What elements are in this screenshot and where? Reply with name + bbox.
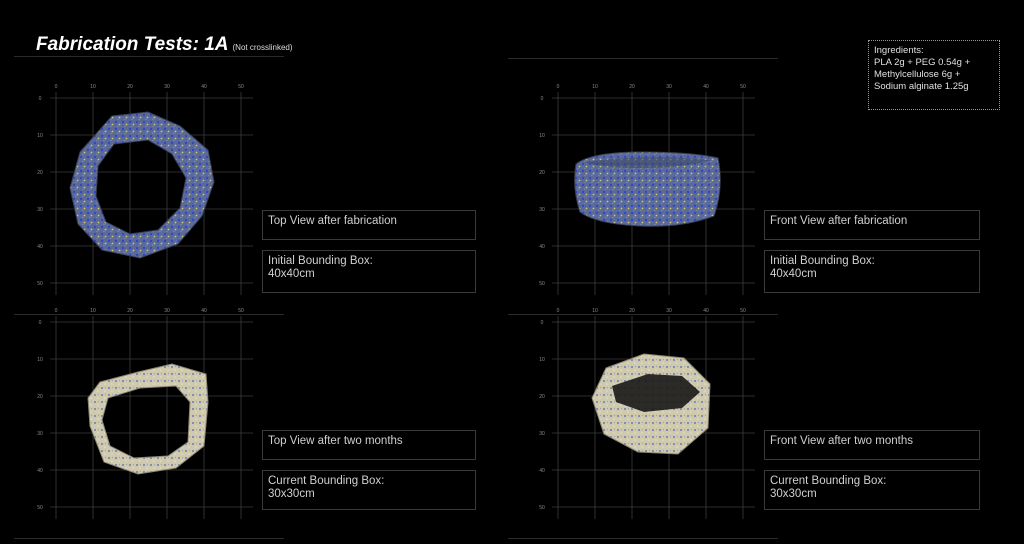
panel-front-view-fabrication: 0 0 10 10 20 20 30 30 40 40 50 50 [532, 78, 792, 300]
view-label: Front View after two months [770, 435, 913, 447]
bounding-box-title: Initial Bounding Box: [770, 255, 875, 267]
separator-line [508, 538, 778, 539]
view-label: Front View after fabrication [770, 215, 908, 227]
panel-top-view-fabrication: 0 0 10 10 20 20 30 30 40 40 50 50 [30, 78, 290, 300]
bounding-box-info: Initial Bounding Box: 40x40cm [262, 250, 476, 293]
sample-front-view-aged-image [591, 353, 711, 455]
view-label: Top View after fabrication [268, 215, 397, 227]
bounding-box-value: 40x40cm [770, 268, 817, 280]
view-label-box: Top View after two months [262, 430, 476, 460]
separator-line [508, 58, 778, 59]
bounding-box-info: Current Bounding Box: 30x30cm [262, 470, 476, 510]
title-text: Fabrication Tests: 1A [36, 34, 229, 55]
page-title: Fabrication Tests: 1A (Not crosslinked) [36, 34, 293, 56]
sample-top-view-image [69, 111, 215, 259]
bounding-box-title: Current Bounding Box: [268, 475, 385, 487]
ingredients-line: PLA 2g + PEG 0.54g + [874, 57, 971, 68]
bounding-box-info: Current Bounding Box: 30x30cm [764, 470, 980, 510]
view-label-box: Front View after fabrication [764, 210, 980, 240]
sample-top-view-aged-image [87, 363, 209, 475]
ingredients-line: Methylcellulose 6g + [874, 69, 961, 80]
view-label: Top View after two months [268, 435, 403, 447]
bounding-box-info: Initial Bounding Box: 40x40cm [764, 250, 980, 293]
view-label-box: Front View after two months [764, 430, 980, 460]
bounding-box-title: Initial Bounding Box: [268, 255, 373, 267]
ingredients-line: Sodium alginate 1.25g [874, 81, 969, 92]
panel-front-view-two-months: 0 0 10 10 20 20 30 30 40 40 50 50 [532, 302, 792, 524]
bounding-box-value: 40x40cm [268, 268, 315, 280]
bounding-box-value: 30x30cm [268, 488, 315, 500]
ingredients-line: Ingredients: [874, 45, 924, 56]
ingredients-box: Ingredients: PLA 2g + PEG 0.54g + Methyl… [868, 40, 1000, 110]
separator-line [14, 538, 284, 539]
sample-front-view-image [574, 151, 721, 227]
title-subtitle: (Not crosslinked) [232, 43, 293, 52]
bounding-box-value: 30x30cm [770, 488, 817, 500]
view-label-box: Top View after fabrication [262, 210, 476, 240]
separator-line [14, 56, 284, 57]
bounding-box-title: Current Bounding Box: [770, 475, 887, 487]
panel-top-view-two-months: 0 0 10 10 20 20 30 30 40 40 50 50 [30, 302, 290, 524]
